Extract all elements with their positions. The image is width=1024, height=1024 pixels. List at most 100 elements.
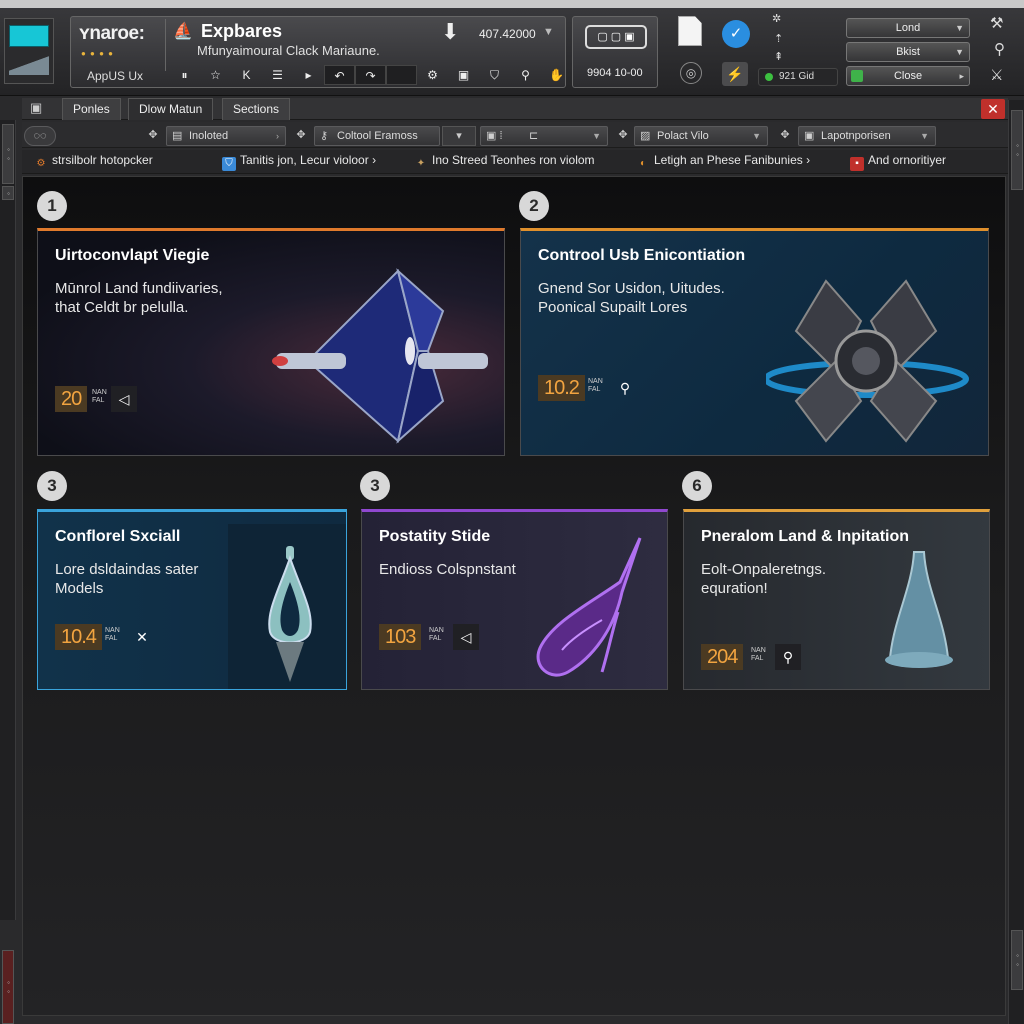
dropdown-lond[interactable]: Lond ▼: [846, 18, 970, 38]
tools-icon[interactable]: ⚔: [990, 66, 1003, 84]
media-player-panel: ʏnaroe: ● ● ● ● AppUS Ux ⛵ Expbares Mfun…: [70, 16, 566, 88]
pendant-illustration: [268, 546, 312, 682]
move-icon[interactable]: ✥: [776, 126, 794, 146]
move-icon[interactable]: ✥: [144, 126, 162, 146]
lock-icon: ⚷: [320, 130, 329, 142]
bookmark-link[interactable]: ✦ Ino Streed Teonhes ron violom: [414, 153, 595, 171]
left-rail: ◦◦ ◦ ◦◦: [0, 120, 16, 1024]
filter-coltool-eramoss[interactable]: ⚷ Coltool Eramoss: [314, 126, 440, 146]
camera-icon[interactable]: ◎: [680, 62, 702, 84]
left-rail-tab[interactable]: ◦◦: [2, 950, 14, 1024]
right-rail: ◦◦ ◦◦: [1008, 100, 1024, 1024]
card-description: Eolt-Onpaleretngs. equration!: [701, 561, 827, 597]
frame-icon[interactable]: ▣: [448, 65, 479, 85]
gear-icon[interactable]: ⚙: [417, 65, 448, 85]
tab-ponles[interactable]: Ponles: [62, 98, 121, 120]
card-description: Gnend Sor Usidon, Uitudes. Poonical Supa…: [538, 280, 725, 316]
chevron-down-icon: ▼: [920, 131, 929, 141]
close-icon[interactable]: ✕: [129, 624, 155, 650]
blank-slot: [386, 65, 417, 85]
flame-icon: ◐: [639, 158, 647, 169]
left-rail-tab[interactable]: ◦: [2, 186, 14, 200]
filter-polact-vilo[interactable]: ▨ Polact Vilo ▼: [634, 126, 768, 146]
menu-icon[interactable]: ☰: [262, 65, 293, 85]
close-icon[interactable]: ✕: [981, 99, 1005, 119]
right-rail-tab[interactable]: ◦◦: [1011, 110, 1023, 190]
shield-icon[interactable]: ⛉: [479, 65, 510, 85]
tool-icon[interactable]: ✲: [772, 12, 781, 25]
hand-icon[interactable]: ✋: [541, 65, 572, 85]
bird-icon[interactable]: ✓: [722, 20, 750, 48]
player-subtitle: Mfunyaimoural Clack Mariaune.: [197, 43, 380, 58]
tool-icon[interactable]: ⇡: [774, 32, 783, 45]
pause-icon[interactable]: ⏸: [169, 65, 200, 85]
tool-icon[interactable]: ⇞: [774, 50, 783, 63]
rewind-icon[interactable]: ↶: [324, 65, 355, 85]
filter-inoloted[interactable]: ▤ Inoloted ›: [166, 126, 286, 146]
feature-card[interactable]: Uirtoconvlapt Viegie Mūnrol Land fundiiv…: [37, 228, 505, 456]
monitor-icon: [9, 25, 49, 47]
step-badge: 3: [360, 471, 390, 501]
device-panel: ▢ ▢ ▣ 9904 10-00: [572, 16, 658, 88]
frame-icon: ⊏: [529, 130, 539, 142]
filter-image[interactable]: ▣ ⁞ ⊏ ▼: [480, 126, 608, 146]
device-icons[interactable]: ▢ ▢ ▣: [585, 25, 647, 49]
ship-icon: ⛵: [173, 23, 193, 40]
card-title: Uirtoconvlapt Viegie: [55, 247, 210, 264]
search-icon[interactable]: ⚲: [612, 375, 638, 401]
app-thumbnail[interactable]: [4, 18, 54, 84]
bookmark-link[interactable]: ⚙ strsilbolr hotopcker: [34, 153, 153, 171]
tab-sections[interactable]: Sections: [222, 98, 291, 120]
move-icon[interactable]: ✥: [292, 126, 310, 146]
brand-subtitle: AppUS Ux: [87, 69, 144, 83]
right-rail-tab[interactable]: ◦◦: [1011, 930, 1023, 990]
skip-back-icon[interactable]: K: [231, 65, 262, 85]
chat-icon[interactable]: ◌◌: [24, 126, 56, 146]
spaceship-illustration: [272, 268, 488, 444]
speaker-icon[interactable]: ◁: [111, 386, 137, 412]
dropdown-arrow[interactable]: ▾: [442, 126, 476, 146]
stat-value: 204: [701, 644, 744, 670]
chevron-down-icon[interactable]: ▼: [543, 26, 554, 38]
document-icon[interactable]: [678, 16, 702, 46]
play-icon[interactable]: ▸: [293, 65, 324, 85]
dropdown-close[interactable]: Close ▸: [846, 66, 970, 86]
download-icon[interactable]: ⬇: [441, 19, 459, 45]
vase-illustration: [885, 551, 953, 668]
status-pill[interactable]: 921 Gid: [758, 68, 838, 86]
feature-card[interactable]: Controol Usb Enicontiation Gnend Sor Usi…: [520, 228, 989, 456]
feature-card[interactable]: Conflorel Sxciall Lore dsldaindas sater …: [37, 509, 347, 690]
step-badge: 1: [37, 191, 67, 221]
left-rail-tab[interactable]: ◦◦: [2, 124, 14, 184]
star-icon[interactable]: ☆: [200, 65, 231, 85]
device-number: 9904 10-00: [587, 67, 643, 79]
bookmark-link[interactable]: ◐ Letigh an Phese Fanibunies ›: [636, 153, 810, 171]
window-icon[interactable]: ▣: [30, 100, 42, 116]
monitor-icon: ▣: [804, 130, 815, 142]
feature-card[interactable]: Pneralom Land & Inpitation Eolt-Onpalere…: [683, 509, 990, 690]
pin-icon[interactable]: ⚲: [510, 65, 541, 85]
tab-dlow-matun[interactable]: Dlow Matun: [128, 98, 214, 120]
wrench-icon[interactable]: ⚒: [990, 14, 1003, 32]
card-title: Postatity Stide: [379, 528, 491, 545]
step-badge: 3: [37, 471, 67, 501]
stat-value: 20: [55, 386, 88, 412]
search-icon[interactable]: ⚲: [994, 40, 1005, 58]
move-icon[interactable]: ✥: [614, 126, 632, 146]
bookmark-link[interactable]: ▪ And ornoritiyer: [850, 153, 946, 171]
step-badge: 6: [682, 471, 712, 501]
bookmark-link[interactable]: ⛉ Tanitis jon, Lecur violoor ›: [222, 153, 376, 171]
forward-icon[interactable]: ↷: [355, 65, 386, 85]
feature-card[interactable]: Postatity Stide Endioss Colspnstant 103 …: [361, 509, 668, 690]
filter-lapotnporisen[interactable]: ▣ Lapotnporisen ▼: [798, 126, 936, 146]
search-icon[interactable]: ⚲: [775, 644, 801, 670]
stat-unit: NAN FAL: [92, 389, 107, 404]
dropdown-bkist[interactable]: Bkist ▼: [846, 42, 970, 62]
stat-value: 103: [379, 624, 422, 650]
bolt-icon[interactable]: ⚡: [722, 62, 748, 86]
speaker-icon[interactable]: ◁: [453, 624, 479, 650]
chevron-down-icon: ▸: [959, 71, 964, 81]
status-dot: [765, 73, 773, 81]
runner-icon: ✦: [416, 158, 426, 169]
step-badge: 2: [519, 191, 549, 221]
